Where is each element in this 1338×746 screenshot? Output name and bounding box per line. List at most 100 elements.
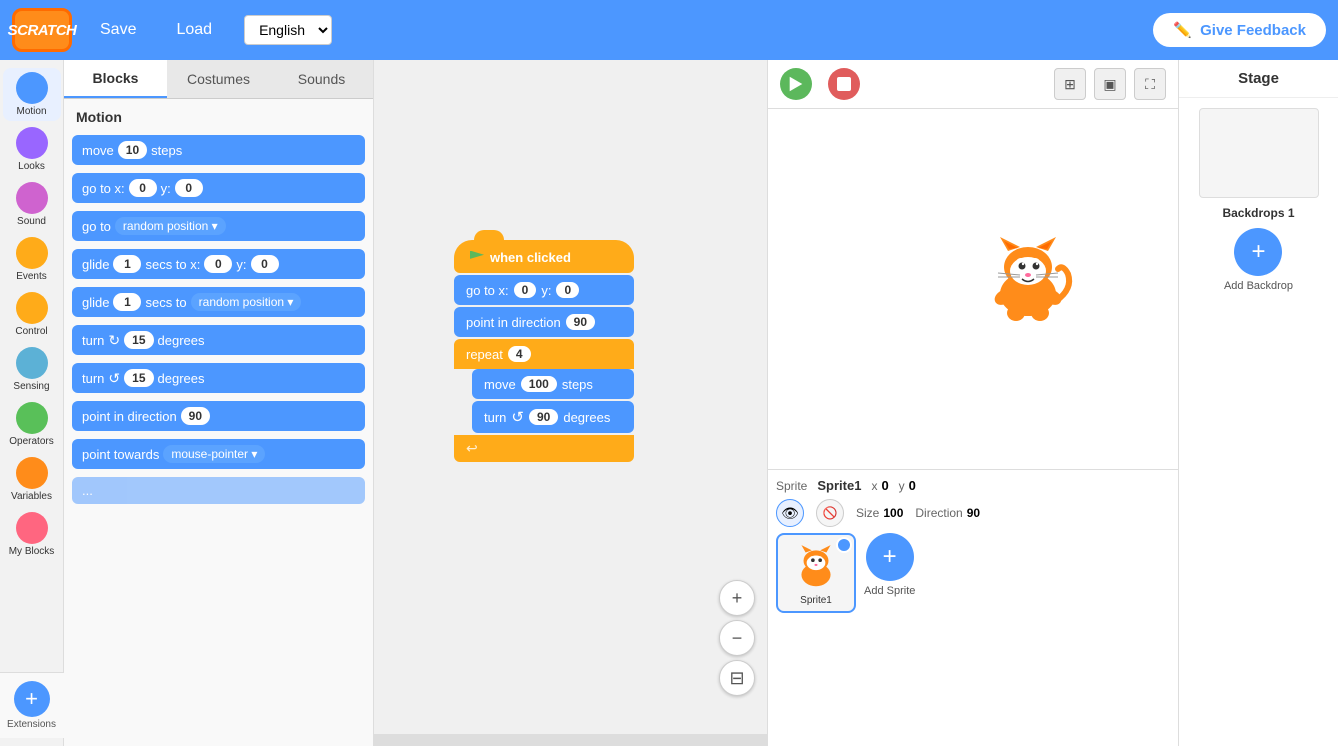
sprite-x-coord: x 0 bbox=[871, 478, 888, 493]
sidebar-item-myblocks[interactable]: My Blocks bbox=[3, 508, 61, 561]
block-goto-random[interactable]: go to random position ▾ bbox=[72, 211, 365, 241]
backdrops-count: Backdrops 1 bbox=[1222, 206, 1294, 220]
save-button[interactable]: Save bbox=[88, 15, 148, 45]
direction-label: Direction bbox=[915, 506, 962, 520]
motion-icon bbox=[16, 72, 48, 104]
green-flag-icon bbox=[787, 75, 805, 93]
tab-costumes[interactable]: Costumes bbox=[167, 60, 270, 98]
add-backdrop-button[interactable]: + Add Backdrop bbox=[1224, 228, 1293, 292]
looks-label: Looks bbox=[18, 161, 45, 172]
control-label: Control bbox=[15, 326, 47, 337]
size-label: Size bbox=[856, 506, 879, 520]
zoom-in-button[interactable]: + bbox=[719, 580, 755, 616]
show-sprite-button[interactable]: 👁 bbox=[776, 499, 804, 527]
header: SCRATCH Save Load English ✏️ Give Feedba… bbox=[0, 0, 1338, 60]
sprite-y-coord: y 0 bbox=[899, 478, 916, 493]
myblocks-label: My Blocks bbox=[9, 546, 55, 557]
sidebar-item-events[interactable]: Events bbox=[3, 233, 61, 286]
block-more[interactable]: ... bbox=[72, 477, 365, 504]
block-move-steps[interactable]: move 10 steps bbox=[72, 135, 365, 165]
sprite-panel: Sprite Sprite1 x 0 y 0 👁 🚫 Size 100 bbox=[768, 469, 1178, 746]
stop-icon bbox=[837, 77, 851, 91]
canvas-block-move[interactable]: move 100 steps bbox=[472, 369, 634, 399]
stop-button[interactable] bbox=[828, 68, 860, 100]
script-area[interactable]: when clicked go to x: 0 y: 0 point in di… bbox=[374, 60, 768, 746]
add-sprite-button[interactable]: + Add Sprite bbox=[864, 533, 915, 597]
canvas-block-repeat[interactable]: repeat 4 move 100 steps turn ↺ bbox=[454, 339, 634, 462]
sprite1-label: Sprite1 bbox=[800, 595, 832, 606]
add-sprite-label: Add Sprite bbox=[864, 585, 915, 597]
sprite-name[interactable]: Sprite1 bbox=[817, 478, 861, 493]
towards-dropdown[interactable]: mouse-pointer ▾ bbox=[163, 445, 265, 463]
operators-label: Operators bbox=[9, 436, 53, 447]
blocks-content: Motion move 10 steps go to x: 0 y: 0 go … bbox=[64, 99, 373, 746]
pencil-icon: ✏️ bbox=[1173, 21, 1192, 39]
sidebar-item-looks[interactable]: Looks bbox=[3, 123, 61, 176]
horizontal-scrollbar[interactable] bbox=[374, 734, 767, 746]
hat-label: when clicked bbox=[490, 250, 571, 265]
block-glide-random[interactable]: glide 1 secs to random position ▾ bbox=[72, 287, 365, 317]
size-value[interactable]: 100 bbox=[883, 506, 903, 520]
sprite-selected-badge bbox=[836, 537, 852, 553]
tab-sounds[interactable]: Sounds bbox=[270, 60, 373, 98]
zoom-controls: + − ⊟ bbox=[719, 580, 755, 696]
sprite1-thumbnail[interactable]: Sprite1 bbox=[776, 533, 856, 613]
direction-value[interactable]: 90 bbox=[967, 506, 980, 520]
sidebar-item-motion[interactable]: Motion bbox=[3, 68, 61, 121]
stage-thumbnail[interactable] bbox=[1199, 108, 1319, 198]
events-icon bbox=[16, 237, 48, 269]
feedback-button[interactable]: ✏️ Give Feedback bbox=[1153, 13, 1326, 47]
block-turn-ccw[interactable]: turn ↺ 15 degrees bbox=[72, 363, 365, 393]
block-point-towards[interactable]: point towards mouse-pointer ▾ bbox=[72, 439, 365, 469]
zoom-out-button[interactable]: − bbox=[719, 620, 755, 656]
block-point-direction[interactable]: point in direction 90 bbox=[72, 401, 365, 431]
load-button[interactable]: Load bbox=[164, 15, 224, 45]
stage-side-panel: Stage Backdrops 1 + Add Backdrop bbox=[1178, 60, 1338, 746]
extensions-icon: + bbox=[14, 681, 50, 717]
motion-label: Motion bbox=[16, 106, 46, 117]
stage-label: Stage bbox=[1179, 60, 1338, 98]
stage-canvas bbox=[768, 109, 1178, 469]
x-value[interactable]: 0 bbox=[881, 478, 888, 493]
sensing-label: Sensing bbox=[13, 381, 49, 392]
sidebar-item-sound[interactable]: Sound bbox=[3, 178, 61, 231]
small-stage-button[interactable]: ⊞ bbox=[1054, 68, 1086, 100]
variables-label: Variables bbox=[11, 491, 52, 502]
y-value[interactable]: 0 bbox=[909, 478, 916, 493]
canvas-block-direction[interactable]: point in direction 90 bbox=[454, 307, 634, 337]
sprite-info-row: Sprite Sprite1 x 0 y 0 bbox=[776, 478, 1170, 493]
block-goto-xy[interactable]: go to x: 0 y: 0 bbox=[72, 173, 365, 203]
variables-icon bbox=[16, 457, 48, 489]
sidebar-item-variables[interactable]: Variables bbox=[3, 453, 61, 506]
y-label: y bbox=[899, 479, 905, 493]
sprite-thumbnails: Sprite1 + Add Sprite bbox=[776, 533, 1170, 613]
canvas-block-turn[interactable]: turn ↺ 90 degrees bbox=[472, 401, 634, 433]
extensions-label: Extensions bbox=[7, 719, 56, 730]
block-turn-cw[interactable]: turn ↻ 15 degrees bbox=[72, 325, 365, 355]
fullscreen-button[interactable]: ⛶ bbox=[1134, 68, 1166, 100]
language-select[interactable]: English bbox=[244, 15, 332, 45]
extensions-button[interactable]: + Extensions bbox=[0, 672, 64, 738]
operators-icon bbox=[16, 402, 48, 434]
direction-group: Direction 90 bbox=[915, 506, 980, 520]
canvas-block-goto[interactable]: go to x: 0 y: 0 bbox=[454, 275, 634, 305]
myblocks-icon bbox=[16, 512, 48, 544]
zoom-fit-button[interactable]: ⊟ bbox=[719, 660, 755, 696]
glide-dropdown[interactable]: random position ▾ bbox=[191, 293, 302, 311]
hat-block[interactable]: when clicked bbox=[454, 240, 634, 273]
sidebar-item-sensing[interactable]: Sensing bbox=[3, 343, 61, 396]
control-icon bbox=[16, 292, 48, 324]
add-sprite-icon: + bbox=[866, 533, 914, 581]
normal-stage-button[interactable]: ▣ bbox=[1094, 68, 1126, 100]
stage-thumb-area: Backdrops 1 + Add Backdrop bbox=[1179, 98, 1338, 746]
goto-dropdown[interactable]: random position ▾ bbox=[115, 217, 226, 235]
sidebar-item-control[interactable]: Control bbox=[3, 288, 61, 341]
scratch-logo[interactable]: SCRATCH bbox=[12, 8, 72, 52]
tab-blocks[interactable]: Blocks bbox=[64, 60, 167, 98]
x-label: x bbox=[871, 479, 877, 493]
green-flag-button[interactable] bbox=[780, 68, 812, 100]
sidebar-item-operators[interactable]: Operators bbox=[3, 398, 61, 451]
hide-sprite-button[interactable]: 🚫 bbox=[816, 499, 844, 527]
sound-icon bbox=[16, 182, 48, 214]
block-glide-xy[interactable]: glide 1 secs to x: 0 y: 0 bbox=[72, 249, 365, 279]
